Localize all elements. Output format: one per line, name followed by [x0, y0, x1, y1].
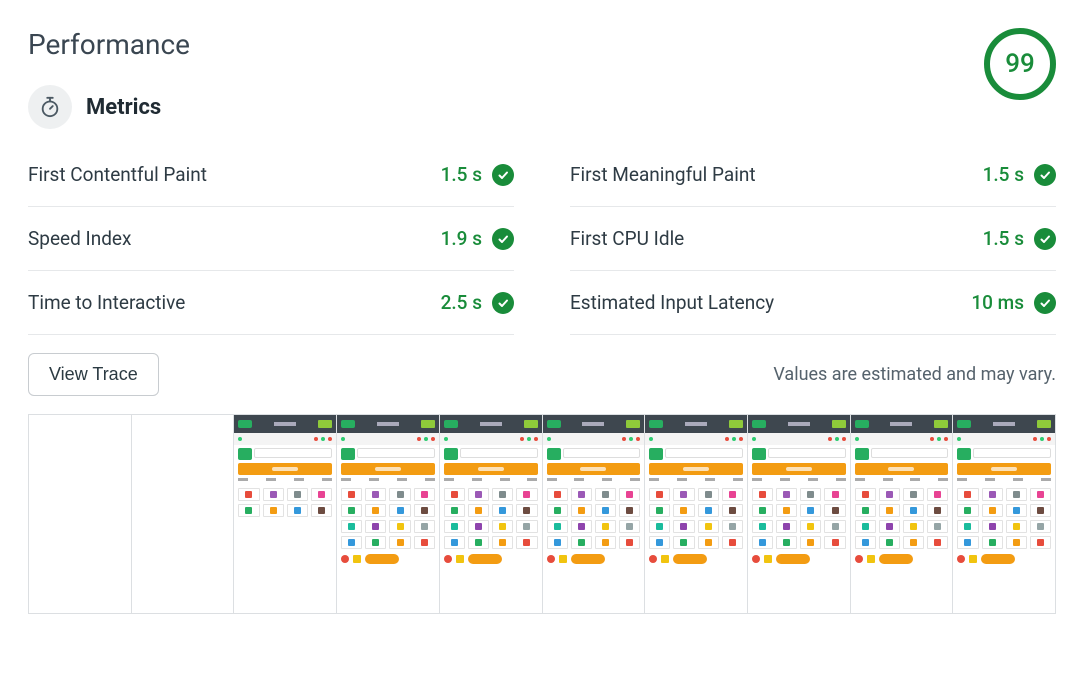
stopwatch-icon [28, 85, 72, 129]
filmstrip-frame [645, 415, 748, 613]
filmstrip-frame [543, 415, 646, 613]
filmstrip [28, 414, 1056, 614]
filmstrip-frame [440, 415, 543, 613]
filmstrip-frame [337, 415, 440, 613]
metric-speed-index: Speed Index 1.9 s [28, 207, 514, 271]
filmstrip-frame-blank [29, 415, 132, 613]
page-title: Performance [28, 28, 190, 61]
metric-first-meaningful-paint: First Meaningful Paint 1.5 s [570, 143, 1056, 207]
metric-label: Speed Index [28, 227, 131, 250]
metrics-heading: Metrics [86, 95, 161, 120]
metric-value: 1.5 s [983, 227, 1024, 250]
filmstrip-frame [748, 415, 851, 613]
metrics-grid: First Contentful Paint 1.5 s First Meani… [28, 143, 1056, 335]
metric-first-cpu-idle: First CPU Idle 1.5 s [570, 207, 1056, 271]
metric-estimated-input-latency: Estimated Input Latency 10 ms [570, 271, 1056, 335]
check-circle-icon [492, 292, 514, 314]
check-circle-icon [1034, 164, 1056, 186]
metric-value: 10 ms [971, 291, 1024, 314]
view-trace-button[interactable]: View Trace [28, 353, 159, 396]
metric-value: 1.5 s [983, 163, 1024, 186]
metric-first-contentful-paint: First Contentful Paint 1.5 s [28, 143, 514, 207]
filmstrip-frame [234, 415, 337, 613]
filmstrip-frame [851, 415, 954, 613]
footnote-text: Values are estimated and may vary. [773, 364, 1056, 385]
check-circle-icon [492, 164, 514, 186]
check-circle-icon [1034, 228, 1056, 250]
metric-label: Time to Interactive [28, 291, 185, 314]
check-circle-icon [492, 228, 514, 250]
performance-score: 99 [984, 28, 1056, 100]
metric-label: Estimated Input Latency [570, 291, 774, 314]
metric-value: 2.5 s [441, 291, 482, 314]
metric-value: 1.9 s [441, 227, 482, 250]
metric-label: First CPU Idle [570, 227, 684, 250]
metric-time-to-interactive: Time to Interactive 2.5 s [28, 271, 514, 335]
filmstrip-frame-blank [132, 415, 235, 613]
metric-value: 1.5 s [441, 163, 482, 186]
metric-label: First Meaningful Paint [570, 163, 756, 186]
metric-label: First Contentful Paint [28, 163, 207, 186]
check-circle-icon [1034, 292, 1056, 314]
filmstrip-frame [953, 415, 1055, 613]
